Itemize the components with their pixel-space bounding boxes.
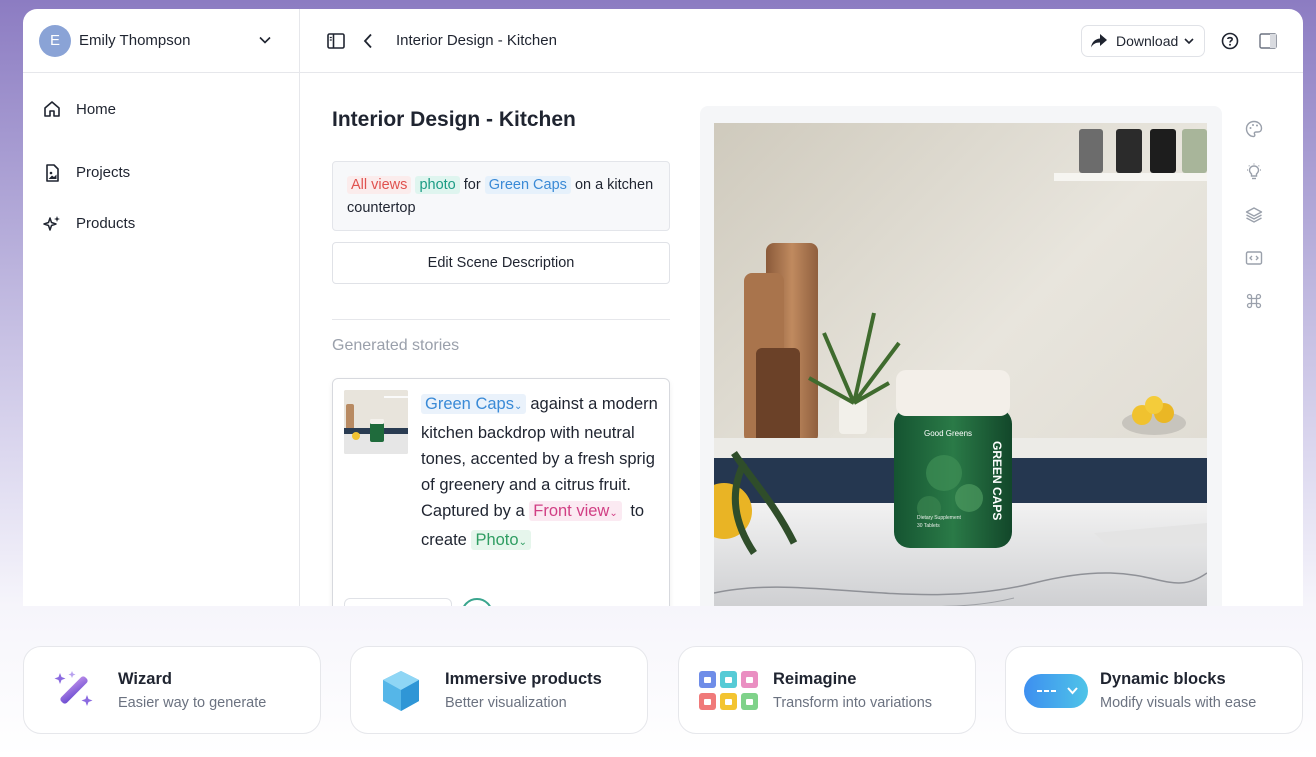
document-image-icon (46, 163, 59, 182)
story-thumbnail[interactable] (344, 390, 408, 454)
sidebar-item-home[interactable]: Home (23, 95, 299, 123)
sidebar-item-label: Home (76, 100, 117, 118)
feature-title: Reimagine (773, 670, 857, 688)
story-type-label: Photo (475, 531, 519, 549)
chevron-down-icon: ⌄ (518, 537, 527, 548)
story-product-label: Green Caps (425, 395, 514, 413)
feature-subtitle: Easier way to generate (118, 695, 267, 711)
home-icon (44, 101, 60, 117)
feature-title: Dynamic blocks (1100, 670, 1226, 688)
grid-variations-icon (699, 671, 758, 710)
story-view-label: Front view (533, 502, 610, 520)
story-view-tag[interactable]: Front view⌄ (529, 501, 622, 521)
user-name: Emily Thompson (79, 32, 191, 49)
chevron-down-icon: ⌄ (609, 508, 618, 519)
sidebar: E Emily Thompson Home Projects Products (23, 9, 300, 606)
chevron-down-icon: ⌄ (513, 401, 523, 412)
story-product-tag[interactable]: Green Caps⌄ (421, 394, 527, 414)
command-icon[interactable] (1243, 290, 1265, 312)
back-arrow-icon[interactable] (358, 31, 378, 51)
jar-count-text: 30 Tablets (917, 523, 940, 529)
feature-subtitle: Modify visuals with ease (1100, 695, 1257, 711)
jar-supplement-text: Dietary Supplement (917, 515, 962, 521)
scene-text-for: for (463, 177, 481, 193)
feature-subtitle: Better visualization (445, 695, 567, 711)
story-action-button[interactable] (344, 598, 452, 606)
user-menu[interactable]: E Emily Thompson (23, 9, 299, 73)
generated-image[interactable]: Good Greens Dietary Supplement 30 Tablet… (714, 123, 1207, 606)
edit-scene-button[interactable]: Edit Scene Description (332, 242, 670, 284)
sparkles-icon (43, 215, 60, 231)
divider (332, 319, 670, 320)
jar-product-text: GREEN CAPS (990, 441, 1004, 520)
feature-card-immersive[interactable]: Immersive products Better visualization (350, 646, 648, 734)
type-chip[interactable]: photo (415, 176, 460, 194)
layers-icon[interactable] (1243, 204, 1265, 226)
story-type-tag[interactable]: Photo⌄ (471, 530, 531, 550)
story-card[interactable]: Green Caps⌄ against a modern kitchen back… (332, 378, 670, 606)
code-icon[interactable] (1243, 247, 1265, 269)
download-button[interactable]: Download (1081, 25, 1205, 57)
product-chip[interactable]: Green Caps (484, 176, 571, 194)
share-arrow-icon (1091, 34, 1107, 48)
feature-card-dynamic-blocks[interactable]: Dynamic blocks Modify visuals with ease (1005, 646, 1303, 734)
breadcrumb: Interior Design - Kitchen (396, 32, 557, 49)
avatar[interactable]: E (39, 24, 71, 57)
page-title: Interior Design - Kitchen (332, 108, 576, 131)
image-panel: Good Greens Dietary Supplement 30 Tablet… (700, 106, 1222, 606)
feature-card-reimagine[interactable]: Reimagine Transform into variations (678, 646, 976, 734)
sidebar-item-label: Projects (76, 164, 131, 181)
sidebar-item-products[interactable]: Products (23, 198, 299, 249)
chevron-down-icon (1184, 38, 1194, 45)
feature-subtitle: Transform into variations (773, 695, 933, 711)
lightbulb-icon[interactable] (1243, 161, 1265, 183)
main-area: Interior Design - Kitchen Download Inter… (300, 9, 1303, 606)
right-panel-toggle-icon[interactable] (1258, 31, 1278, 51)
sidebar-toggle-icon[interactable] (326, 31, 346, 51)
dropdown-pill-icon (1024, 674, 1088, 708)
sidebar-nav: Home Projects Products (23, 73, 299, 249)
generated-stories-heading: Generated stories (332, 337, 460, 354)
content-area: Interior Design - Kitchen All views phot… (300, 74, 1303, 606)
sidebar-item-label: Products (76, 215, 136, 232)
feature-card-wizard[interactable]: Wizard Easier way to generate (23, 646, 321, 734)
help-icon[interactable] (1220, 31, 1240, 51)
cube-icon (383, 671, 419, 711)
chevron-down-icon[interactable] (259, 35, 271, 45)
feature-title: Immersive products (445, 670, 602, 688)
story-text: Green Caps⌄ against a modern kitchen back… (421, 391, 661, 556)
tool-rail (1243, 118, 1265, 333)
sidebar-item-projects[interactable]: Projects (23, 147, 299, 198)
jar-brand-text: Good Greens (924, 429, 972, 438)
feature-title: Wizard (118, 670, 172, 688)
feature-cards: Wizard Easier way to generate Immersive … (23, 646, 1303, 734)
top-bar: Interior Design - Kitchen Download (300, 9, 1303, 73)
app-window: E Emily Thompson Home Projects Products (23, 9, 1303, 606)
download-label: Download (1116, 33, 1179, 49)
palette-icon[interactable] (1243, 118, 1265, 140)
story-progress-indicator (461, 598, 493, 606)
views-chip[interactable]: All views (347, 176, 412, 194)
scene-description: All views photo for Green Caps on a kitc… (332, 161, 670, 231)
magic-wand-icon (54, 671, 93, 706)
